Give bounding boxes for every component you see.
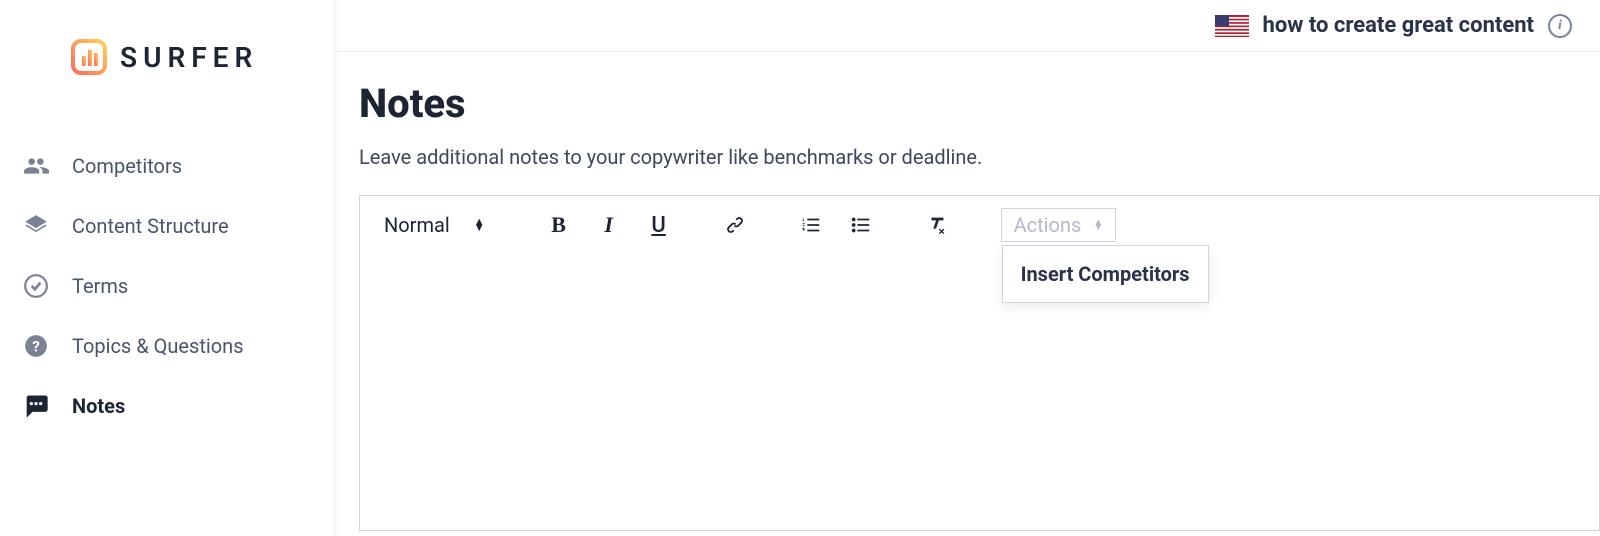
info-icon[interactable]: i [1548, 14, 1572, 38]
format-select[interactable]: Normal ▲▼ [384, 213, 495, 237]
editor-toolbar: Normal ▲▼ B I U [360, 196, 1599, 254]
underline-button[interactable]: U [647, 213, 671, 237]
question-circle-icon: ? [22, 332, 50, 360]
actions-select-label: Actions [1014, 213, 1082, 237]
sidebar-item-topics-questions[interactable]: ? Topics & Questions [0, 316, 334, 376]
sidebar-item-notes[interactable]: Notes [0, 376, 334, 436]
actions-menu-item-insert-competitors[interactable]: Insert Competitors [1021, 262, 1190, 286]
sidebar: SURFER Competitors Content Structure Ter… [0, 0, 335, 536]
actions-dropdown: Insert Competitors [1002, 245, 1209, 303]
editor-body[interactable] [360, 254, 1599, 524]
main: how to create great content i Notes Leav… [335, 0, 1600, 536]
brand-name: SURFER [120, 41, 258, 74]
brand-logo: SURFER [0, 30, 334, 136]
page-title: Notes [359, 80, 1600, 127]
sidebar-item-label: Notes [72, 394, 125, 418]
content-area: Notes Leave additional notes to your cop… [335, 52, 1600, 531]
svg-text:?: ? [32, 337, 40, 355]
clear-format-button[interactable] [925, 213, 949, 237]
flag-us-icon [1215, 15, 1249, 37]
actions-select[interactable]: Actions ▲▼ Insert Competitors [1001, 208, 1117, 242]
sidebar-item-competitors[interactable]: Competitors [0, 136, 334, 196]
chat-icon [22, 392, 50, 420]
editor: Normal ▲▼ B I U [359, 195, 1600, 531]
format-select-label: Normal [384, 213, 450, 237]
sidebar-item-label: Content Structure [72, 214, 229, 238]
sidebar-item-label: Topics & Questions [72, 334, 244, 358]
check-circle-icon [22, 272, 50, 300]
topbar: how to create great content i [335, 0, 1600, 52]
sidebar-item-label: Competitors [72, 154, 182, 178]
page-subtitle: Leave additional notes to your copywrite… [359, 145, 1600, 169]
header-query: how to create great content [1263, 13, 1534, 38]
sidebar-item-content-structure[interactable]: Content Structure [0, 196, 334, 256]
brand-mark-icon [70, 38, 108, 76]
caret-updown-icon: ▲▼ [1093, 220, 1103, 230]
layers-icon [22, 212, 50, 240]
people-icon [22, 152, 50, 180]
sidebar-item-label: Terms [72, 274, 128, 298]
caret-updown-icon: ▲▼ [474, 219, 485, 231]
bold-button[interactable]: B [547, 213, 571, 237]
unordered-list-button[interactable] [849, 213, 873, 237]
italic-button[interactable]: I [597, 213, 621, 237]
sidebar-nav: Competitors Content Structure Terms ? To… [0, 136, 334, 436]
link-button[interactable] [723, 213, 747, 237]
ordered-list-button[interactable] [799, 213, 823, 237]
sidebar-item-terms[interactable]: Terms [0, 256, 334, 316]
